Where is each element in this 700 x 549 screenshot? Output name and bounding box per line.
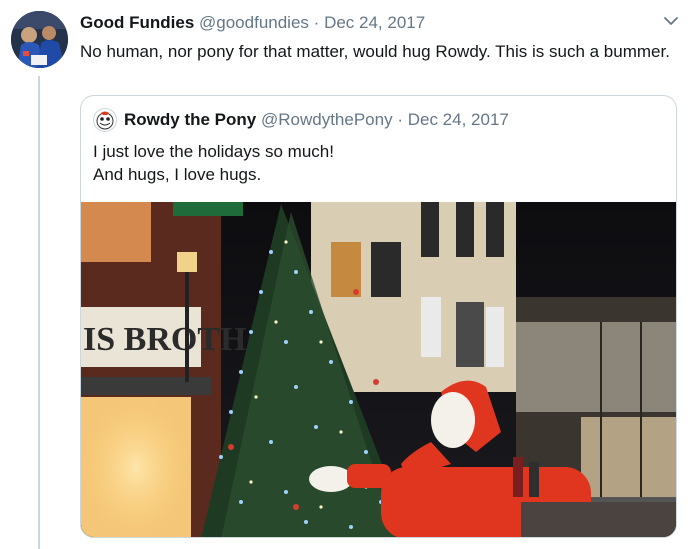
quoted-tweet-photo[interactable]: IS BROTH — [81, 202, 676, 537]
quoted-tweet-text: I just love the holidays so much! And hu… — [93, 140, 334, 186]
quoted-tweet-date[interactable]: Dec 24, 2017 — [408, 110, 509, 129]
storefront-sign-text: IS BROTH — [83, 321, 246, 358]
header-separator: · — [313, 13, 320, 32]
quoted-text-line-2: And hugs, I love hugs. — [93, 165, 262, 184]
quoted-text-line-1: I just love the holidays so much! — [93, 142, 334, 161]
quoted-author-handle[interactable]: @RowdythePony — [261, 110, 393, 129]
quoted-header-separator: · — [397, 110, 403, 129]
quoted-author-name[interactable]: Rowdy the Pony — [124, 110, 256, 129]
quoted-tweet-header: Rowdy the Pony @RowdythePony · Dec 24, 2… — [124, 110, 509, 130]
tweet-text: No human, nor pony for that matter, woul… — [80, 42, 670, 61]
author-avatar[interactable] — [11, 11, 68, 68]
author-name[interactable]: Good Fundies — [80, 13, 194, 32]
quoted-tweet-card[interactable]: Rowdy the Pony @RowdythePony · Dec 24, 2… — [80, 95, 677, 538]
tweet-header: Good Fundies @goodfundies · Dec 24, 2017 — [80, 13, 425, 33]
tweet-date[interactable]: Dec 24, 2017 — [324, 13, 425, 32]
author-handle[interactable]: @goodfundies — [199, 13, 309, 32]
thread-connector-line — [38, 76, 40, 549]
quoted-author-avatar[interactable] — [93, 108, 117, 132]
chevron-down-icon[interactable] — [662, 12, 680, 30]
